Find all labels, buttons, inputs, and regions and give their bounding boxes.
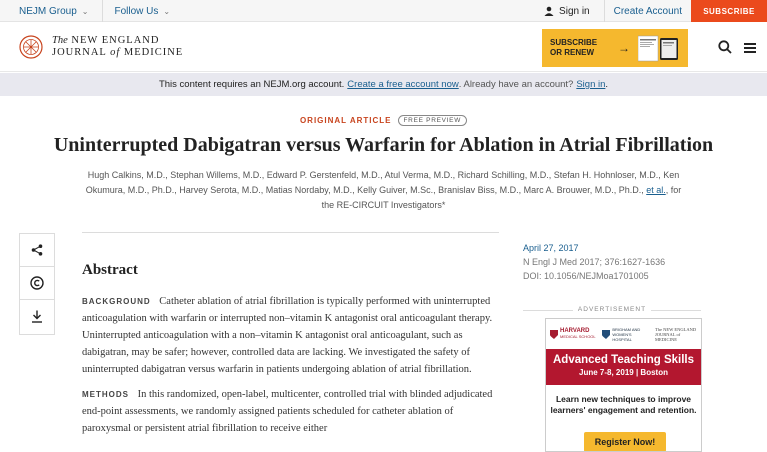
authors-line2a: Okumura, M.D., Ph.D., Harvey Serota, M.D…: [85, 185, 647, 195]
article-tags: ORIGINAL ARTICLE FREE PREVIEW: [0, 115, 767, 126]
article-tools-rail: [19, 233, 55, 335]
abstract-methods: METHODS In this randomized, open-label, …: [82, 386, 500, 437]
share-icon: [31, 244, 43, 256]
ad-title: Advanced Teaching Skills: [552, 354, 695, 366]
ad-copy: Learn new techniques to improve learners…: [550, 394, 697, 415]
notice-text: This content requires an NEJM.org accoun…: [158, 79, 345, 90]
nejm-group-label: NEJM Group: [19, 5, 77, 17]
search-icon[interactable]: [718, 40, 732, 54]
create-account-link[interactable]: Create Account: [603, 0, 691, 22]
permissions-button[interactable]: [20, 267, 54, 300]
article-type[interactable]: ORIGINAL ARTICLE: [300, 116, 392, 125]
background-text: Catheter ablation of atrial fibrillation…: [82, 296, 493, 375]
publication-date[interactable]: April 27, 2017: [523, 241, 665, 255]
background-label: BACKGROUND: [82, 297, 151, 306]
user-icon: [544, 6, 554, 16]
free-preview-badge: FREE PREVIEW: [397, 115, 468, 126]
arrow-right-icon: →: [618, 41, 630, 55]
hamburger-menu-icon[interactable]: [744, 43, 756, 53]
utility-bar-left: NEJM Group ⌄ Follow Us ⌄: [19, 0, 170, 22]
et-al-link[interactable]: et al.: [646, 185, 666, 195]
logo-line2a: JOURNAL: [52, 47, 107, 58]
sign-in-link[interactable]: Sign in: [544, 6, 590, 17]
ad-subtitle: June 7-8, 2019 | Boston: [579, 368, 668, 377]
notice-middle: . Already have an account?: [458, 79, 574, 90]
utility-bar-right: Sign in Create Account SUBSCRIBE: [544, 0, 767, 22]
follow-us-label: Follow Us: [114, 5, 159, 17]
logo-wordmark: The NEW ENGLAND JOURNAL of MEDICINE: [52, 35, 183, 59]
harvard-logo: HARVARD MEDICAL SCHOOL: [550, 328, 596, 340]
bwh-text: BRIGHAM AND WOMEN'S HOSPITAL: [612, 326, 641, 342]
advertisement[interactable]: HARVARD MEDICAL SCHOOL BRIGHAM AND WOMEN…: [545, 318, 702, 452]
promo-line1: SUBSCRIBE: [550, 38, 598, 47]
ad-logos: HARVARD MEDICAL SCHOOL BRIGHAM AND WOMEN…: [546, 319, 701, 349]
subscribe-button[interactable]: SUBSCRIBE: [691, 0, 767, 22]
divider: [101, 0, 103, 22]
share-button[interactable]: [20, 234, 54, 267]
bwh-shield-icon: [602, 329, 611, 339]
bwh-logo: BRIGHAM AND WOMEN'S HOSPITAL: [602, 327, 648, 342]
promo-line2: OR RENEW: [550, 48, 594, 57]
authors-line1: Hugh Calkins, M.D., Stephan Willems, M.D…: [87, 170, 680, 180]
account-required-notice: This content requires an NEJM.org accoun…: [0, 73, 767, 96]
logo-prefix: The: [52, 35, 68, 46]
logo-line1: NEW ENGLAND: [71, 35, 160, 46]
create-free-account-link[interactable]: Create a free account now: [347, 79, 458, 90]
register-now-button[interactable]: Register Now!: [584, 432, 666, 451]
abstract-body: BACKGROUND Catheter ablation of atrial f…: [82, 293, 500, 445]
site-header: The NEW ENGLAND JOURNAL of MEDICINE SUBS…: [0, 23, 767, 72]
notice-end: .: [605, 79, 609, 90]
methods-label: METHODS: [82, 390, 129, 399]
advertisement-label: ADVERTISEMENT: [523, 306, 701, 313]
article-meta: April 27, 2017 N Engl J Med 2017; 376:16…: [523, 241, 665, 283]
sign-in-label: Sign in: [559, 5, 590, 17]
ad-nejm-logo: The NEW ENGLAND JOURNAL of MEDICINE: [654, 326, 697, 342]
authors-line3: the RE-CIRCUIT Investigators*: [321, 200, 446, 210]
logo-line2b: MEDICINE: [123, 47, 184, 58]
nejm-seal-icon: [19, 35, 43, 59]
notice-sign-in-link[interactable]: Sign in: [576, 79, 605, 90]
citation: N Engl J Med 2017; 376:1627-1636: [523, 257, 666, 267]
chevron-down-icon: ⌄: [81, 6, 89, 16]
abstract-heading: Abstract: [82, 262, 138, 278]
authors-line2: Okumura, M.D., Ph.D., Harvey Serota, M.D…: [80, 183, 687, 198]
article-title: Uninterrupted Dabigatran versus Warfarin…: [53, 134, 714, 156]
download-icon: [32, 310, 42, 323]
harvard-shield-icon: [550, 329, 558, 339]
follow-us-menu[interactable]: Follow Us ⌄: [115, 6, 171, 17]
utility-bar: NEJM Group ⌄ Follow Us ⌄ Sign in Create …: [0, 0, 767, 22]
promo-text: SUBSCRIBE OR RENEW: [550, 38, 606, 58]
subscribe-promo-banner[interactable]: SUBSCRIBE OR RENEW →: [542, 29, 688, 67]
logo-of: of: [110, 47, 121, 58]
download-button[interactable]: [20, 300, 54, 333]
section-divider: [82, 232, 499, 233]
chevron-down-icon: ⌄: [163, 6, 171, 16]
doi: DOI: 10.1056/NEJMoa1701005: [523, 271, 649, 281]
authors-line2b: , for: [665, 185, 682, 195]
author-list: Hugh Calkins, M.D., Stephan Willems, M.D…: [80, 168, 687, 213]
ad-banner: Advanced Teaching Skills June 7-8, 2019 …: [546, 349, 701, 385]
methods-text: In this randomized, open-label, multicen…: [82, 389, 493, 434]
harvard-subtext: MEDICAL SCHOOL: [560, 334, 596, 339]
nejm-logo[interactable]: The NEW ENGLAND JOURNAL of MEDICINE: [19, 35, 183, 59]
copyright-icon: [30, 276, 44, 290]
nejm-group-menu[interactable]: NEJM Group ⌄: [19, 6, 89, 17]
abstract-background: BACKGROUND Catheter ablation of atrial f…: [82, 293, 500, 378]
journal-devices-icon: [638, 35, 678, 62]
